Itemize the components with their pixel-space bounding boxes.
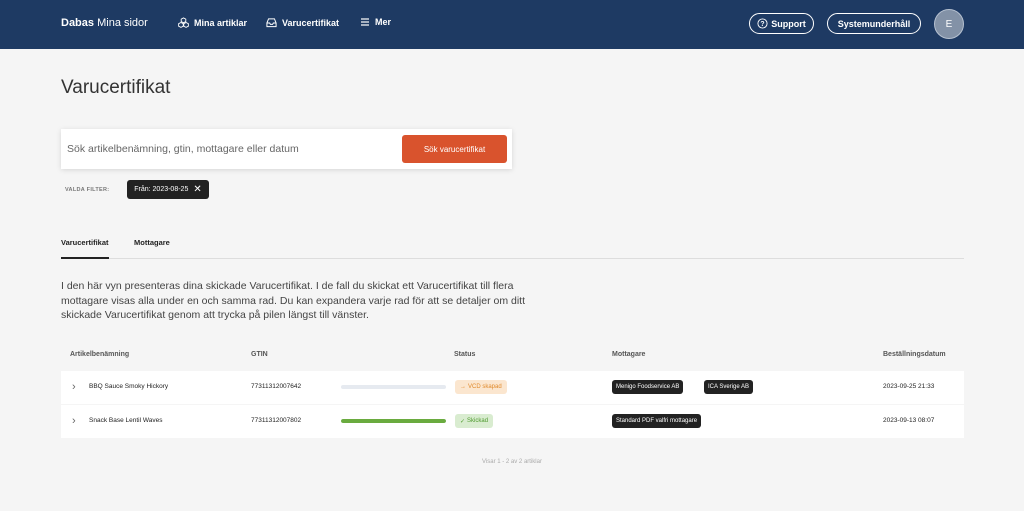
arrow-right-icon: → <box>460 384 466 390</box>
tab-bar: Varucertifikat Mottagare <box>61 238 964 259</box>
table-row[interactable]: › Snack Base Lentil Waves 77311312007802… <box>61 405 964 438</box>
status-badge: ✓ Skickad <box>455 414 494 428</box>
search-button[interactable]: Sök varucertifikat <box>402 135 507 163</box>
recipient-tag: ICA Sverige AB <box>704 380 754 394</box>
nav-link-label: Mina artiklar <box>194 17 248 28</box>
brand-name: Dabas <box>61 17 95 29</box>
nav-link-label: Varucertifikat <box>282 17 340 28</box>
row-order-date: 2023-09-13 08:07 <box>883 417 935 424</box>
status-label: Skickad <box>467 418 489 424</box>
progress-bar <box>341 419 446 423</box>
avatar-initial: E <box>945 18 953 30</box>
tab-mottagare[interactable]: Mottagare <box>134 238 170 259</box>
search-box: Sök varucertifikat <box>61 129 512 169</box>
column-header-status[interactable]: Status <box>454 351 475 358</box>
brand-subtitle: Mina sidor <box>97 17 148 29</box>
top-navigation-bar: Dabas Mina sidor Mina artiklar Varucerti… <box>0 0 1024 49</box>
status-badge: → VCD skapad <box>455 380 507 394</box>
column-header-gtin[interactable]: GTIN <box>251 351 268 358</box>
help-circle-icon: ? <box>757 18 768 29</box>
progress-fill <box>341 419 446 423</box>
column-header-recipients[interactable]: Mottagare <box>612 351 645 358</box>
support-label: Support <box>771 18 806 29</box>
row-order-date: 2023-09-25 21:33 <box>883 383 935 390</box>
maintenance-label: Systemunderhåll <box>837 18 911 29</box>
row-gtin: 77311312007642 <box>251 383 302 390</box>
row-article-name: BBQ Sauce Smoky Hickory <box>89 383 169 390</box>
inbox-icon <box>266 18 277 28</box>
chevron-right-icon[interactable]: › <box>72 415 76 427</box>
nav-link-label: Mer <box>375 17 392 27</box>
column-header-name[interactable]: Artikelbenämning <box>70 351 129 358</box>
row-article-name: Snack Base Lentil Waves <box>89 417 163 424</box>
nav-link-mer[interactable]: Mer <box>360 17 391 27</box>
row-gtin: 77311312007802 <box>251 417 302 424</box>
column-header-order-date[interactable]: Beställningsdatum <box>883 351 946 358</box>
filter-chip[interactable]: Från: 2023-08-25 ✕ <box>127 180 209 199</box>
page-title: Varucertifikat <box>61 77 171 98</box>
table-row[interactable]: › BBQ Sauce Smoky Hickory 77311312007642… <box>61 371 964 404</box>
recipient-tag: Menigo Foodservice AB <box>612 380 684 394</box>
selected-filters-label: VALDA FILTER: <box>65 187 110 193</box>
check-icon: ✓ <box>460 418 466 425</box>
filter-chip-label: Från: 2023-08-25 <box>134 186 189 193</box>
status-label: VCD skapad <box>468 384 502 390</box>
description-text: I den här vyn presenteras dina skickade … <box>61 280 525 321</box>
search-input[interactable] <box>67 137 387 161</box>
chevron-right-icon[interactable]: › <box>72 381 76 393</box>
brand-logo[interactable]: Dabas Mina sidor <box>61 17 148 29</box>
avatar[interactable]: E <box>934 9 964 39</box>
nav-link-mina-artiklar[interactable]: Mina artiklar <box>178 17 247 28</box>
menu-icon <box>361 18 369 26</box>
close-icon[interactable]: ✕ <box>193 184 201 195</box>
maintenance-button[interactable]: Systemunderhåll <box>827 13 921 34</box>
cubes-icon <box>178 17 189 28</box>
recipient-tag: Standard PDF valfri mottagare <box>612 414 702 428</box>
support-button[interactable]: ? Support <box>749 13 814 34</box>
svg-text:?: ? <box>761 21 765 28</box>
tab-varucertifikat[interactable]: Varucertifikat <box>61 238 109 259</box>
progress-bar <box>341 385 446 389</box>
pagination-info: Visar 1 - 2 av 2 artiklar <box>482 459 542 465</box>
nav-link-varucertifikat[interactable]: Varucertifikat <box>266 17 339 28</box>
